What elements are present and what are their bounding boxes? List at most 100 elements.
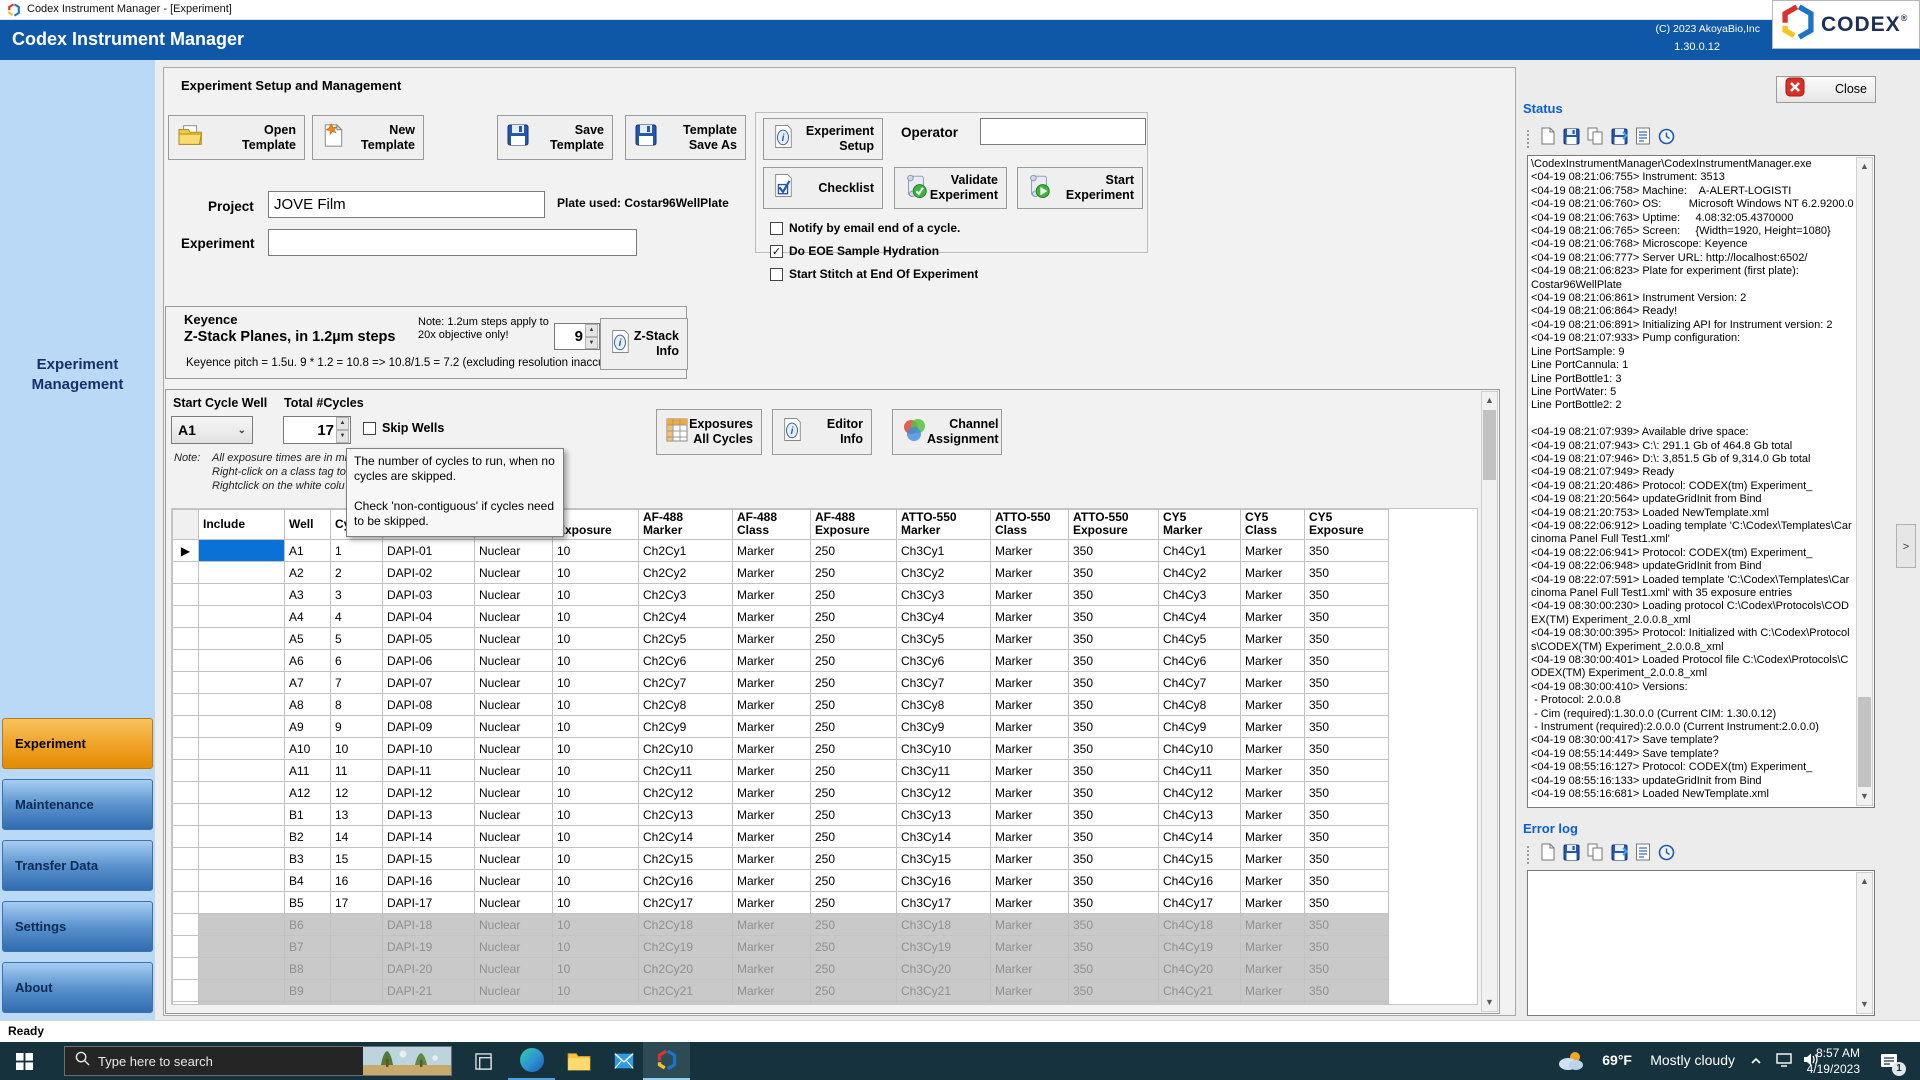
column-header-include[interactable]: Include	[198, 509, 285, 540]
include-cell[interactable]	[198, 693, 285, 716]
cell-marker[interactable]: DAPI-13	[382, 803, 475, 826]
cell-marker[interactable]: Ch2Cy15	[638, 847, 733, 870]
cell-exposure[interactable]: 10	[552, 671, 639, 694]
cell-exposure[interactable]: 250	[810, 561, 897, 584]
cell-class[interactable]: Marker	[1240, 891, 1305, 914]
cell-class[interactable]: Nuclear	[474, 715, 553, 738]
column-header-af-488-marker[interactable]: AF-488 Marker	[638, 509, 733, 540]
cell-class[interactable]: Marker	[1240, 627, 1305, 650]
cell-exposure[interactable]: 250	[810, 605, 897, 628]
start-experiment-button[interactable]: Start Experiment	[1017, 167, 1143, 209]
cell-class[interactable]: Nuclear	[474, 649, 553, 672]
cell-class[interactable]: Marker	[1240, 803, 1305, 826]
cell-exposure[interactable]: 250	[810, 759, 897, 782]
include-cell[interactable]	[198, 803, 285, 826]
include-cell[interactable]	[198, 583, 285, 606]
column-header-atto-550-class[interactable]: ATTO-550 Class	[990, 509, 1069, 540]
cell-class[interactable]: Marker	[1240, 671, 1305, 694]
cell-exposure[interactable]: 250	[810, 869, 897, 892]
cell-exposure[interactable]: 10	[552, 781, 639, 804]
tray-clock[interactable]: 8:57 AM 4/19/2023	[1807, 1045, 1860, 1077]
cell-class[interactable]: Marker	[1240, 825, 1305, 848]
cell-cycle[interactable]: 2	[330, 561, 383, 584]
cell-marker[interactable]: Ch4Cy10	[1158, 737, 1241, 760]
cell-marker[interactable]: Ch2Cy16	[638, 869, 733, 892]
row-selector[interactable]	[172, 781, 199, 804]
cell-well[interactable]: A4	[284, 605, 331, 628]
new-log-icon[interactable]	[1540, 127, 1556, 150]
cell-class[interactable]: Marker	[732, 561, 811, 584]
cell-class[interactable]: Nuclear	[474, 869, 553, 892]
table-row[interactable]: B8 DAPI-20 Nuclear 10 Ch2Cy20 Marker 250 Ch3Cy2…	[172, 957, 1389, 980]
row-selector[interactable]	[172, 891, 199, 914]
include-cell[interactable]	[198, 1001, 285, 1004]
cell-exposure[interactable]: 350	[1304, 539, 1389, 562]
cell-marker[interactable]: Ch3Cy2	[896, 561, 991, 584]
cell-class[interactable]: Nuclear	[474, 825, 553, 848]
exposures-all-cycles-button[interactable]: Exposures All Cycles	[656, 409, 762, 455]
cell-marker[interactable]: Ch2Cy9	[638, 715, 733, 738]
cell-exposure[interactable]: 350	[1068, 693, 1159, 716]
cell-exposure[interactable]: 250	[810, 847, 897, 870]
cell-marker[interactable]: Ch2Cy1	[638, 539, 733, 562]
cell-marker[interactable]: Ch3Cy11	[896, 759, 991, 782]
cell-marker[interactable]: Ch4Cy5	[1158, 627, 1241, 650]
cell-cycle[interactable]: 1	[330, 539, 383, 562]
cell-marker[interactable]: Ch3Cy12	[896, 781, 991, 804]
cell-well[interactable]: B3	[284, 847, 331, 870]
cell-class[interactable]: Marker	[732, 803, 811, 826]
view-log-icon[interactable]	[1635, 843, 1651, 866]
zstack-info-button[interactable]: i Z-Stack Info	[600, 318, 688, 370]
cell-class[interactable]: Marker	[990, 759, 1069, 782]
cell-exposure[interactable]: 250	[810, 803, 897, 826]
cell-marker[interactable]: Ch2Cy13	[638, 803, 733, 826]
cell-class[interactable]: Marker	[732, 847, 811, 870]
sidebar-item-about[interactable]: About	[2, 962, 153, 1013]
cell-exposure[interactable]: 10	[552, 539, 639, 562]
cell-marker[interactable]: Ch4Cy11	[1158, 759, 1241, 782]
new-log-icon[interactable]	[1540, 843, 1556, 866]
codex-app-icon[interactable]	[643, 1042, 690, 1080]
column-header-atto-550-marker[interactable]: ATTO-550 Marker	[896, 509, 991, 540]
checkbox-icon[interactable]	[363, 421, 376, 435]
column-header-well[interactable]: Well	[284, 509, 331, 540]
cell-marker[interactable]: DAPI-01	[382, 539, 475, 562]
template-save-as-button[interactable]: Template Save As	[625, 115, 746, 160]
cell-exposure[interactable]: 350	[1304, 737, 1389, 760]
cell-marker[interactable]: Ch2Cy2	[638, 561, 733, 584]
table-row[interactable]: A3 3 DAPI-03 Nuclear 10 Ch2Cy3 Marker 250 Ch3Cy3…	[172, 583, 1389, 606]
cell-exposure[interactable]: 350	[1068, 605, 1159, 628]
cell-class[interactable]: Marker	[990, 737, 1069, 760]
start-well-dropdown[interactable]: A1 ⌄	[171, 416, 253, 444]
cell-class[interactable]: Nuclear	[474, 781, 553, 804]
cell-marker[interactable]: Ch3Cy7	[896, 671, 991, 694]
tray-chevron-icon[interactable]	[1750, 1054, 1762, 1072]
cell-marker[interactable]: Ch2Cy11	[638, 759, 733, 782]
cell-exposure[interactable]: 10	[552, 583, 639, 606]
cell-exposure[interactable]: 10	[552, 803, 639, 826]
cell-exposure[interactable]: 350	[1068, 561, 1159, 584]
cell-exposure[interactable]: 350	[1068, 869, 1159, 892]
clock-icon[interactable]	[1658, 844, 1675, 866]
cell-exposure[interactable]: 10	[552, 649, 639, 672]
cell-marker[interactable]: DAPI-06	[382, 649, 475, 672]
cell-class[interactable]: Nuclear	[474, 605, 553, 628]
total-cycles-stepper[interactable]: 17 ▲ ▼	[283, 416, 351, 444]
project-input[interactable]	[268, 191, 545, 218]
upload-log-icon[interactable]	[1611, 844, 1628, 866]
include-cell[interactable]	[198, 627, 285, 650]
cell-marker[interactable]: Ch4Cy3	[1158, 583, 1241, 606]
cell-well[interactable]: B1	[284, 803, 331, 826]
cell-class[interactable]: Marker	[1240, 539, 1305, 562]
cell-class[interactable]: Marker	[732, 781, 811, 804]
cell-marker[interactable]: Ch4Cy9	[1158, 715, 1241, 738]
weather-icon[interactable]	[1550, 1042, 1590, 1080]
cell-class[interactable]: Marker	[990, 715, 1069, 738]
cell-well[interactable]: A6	[284, 649, 331, 672]
channel-assignment-button[interactable]: Channel Assignment	[892, 409, 1002, 455]
sidebar-item-maintenance[interactable]: Maintenance	[2, 779, 153, 830]
table-row[interactable]: B9 DAPI-21 Nuclear 10 Ch2Cy21 Marker 250 Ch3Cy2…	[172, 979, 1389, 1002]
include-cell[interactable]	[198, 825, 285, 848]
scroll-down-icon[interactable]: ▼	[1857, 788, 1872, 805]
checklist-button[interactable]: Checklist	[763, 167, 883, 209]
